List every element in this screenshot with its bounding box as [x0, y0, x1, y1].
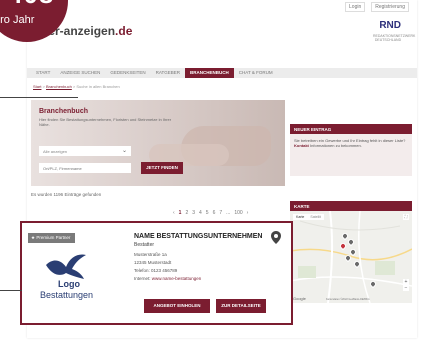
breadcrumb-home[interactable]: Start [33, 84, 41, 89]
map-tab-satellite[interactable]: Satellit [307, 214, 324, 220]
page-next[interactable]: › [247, 210, 249, 216]
result-count: Es wurden 1196 Einträge gefunden [31, 192, 102, 197]
page-5[interactable]: 5 [206, 210, 209, 216]
nav-guide[interactable]: Ratgeber [151, 68, 185, 78]
fullscreen-icon[interactable]: ⛶ [403, 214, 409, 220]
page-4[interactable]: 4 [199, 210, 202, 216]
new-entry-body: Sie betreiben ein Gewerbe und Ihr Eintra… [290, 134, 412, 176]
breadcrumb-section[interactable]: Branchenbuch [46, 84, 72, 89]
company-type: Bestatter [134, 242, 155, 248]
breadcrumb: Start > Branchenbuch > Suche in allen Br… [33, 84, 120, 89]
premium-badge: ★ Premium Partner [28, 233, 76, 243]
company-logo-word: Logo [58, 279, 80, 289]
map-header: KARTE [290, 201, 412, 211]
company-city: 12345 Musterstadt [134, 260, 172, 265]
nav-chat[interactable]: Chat & Forum [234, 68, 278, 78]
company-website: Internet: www.name-bestattungen [134, 276, 202, 281]
nav-memorial[interactable]: Gedenkseiten [105, 68, 150, 78]
page-100[interactable]: 100 [234, 210, 242, 216]
directory-search: Branchenbuch Hier finden Sie Bestattungs… [31, 100, 285, 186]
map-type-tabs: Karte Satellit [293, 214, 324, 220]
page-1[interactable]: 1 [179, 210, 182, 216]
detail-page-button[interactable]: ZUR DETAILSEITE [216, 299, 266, 313]
dove-logo-icon [46, 254, 86, 279]
website-link[interactable]: www.name-bestattungen [152, 276, 202, 281]
page-6[interactable]: 6 [213, 210, 216, 216]
map-tab-map[interactable]: Karte [293, 214, 307, 220]
nav-start[interactable]: Start [31, 68, 55, 78]
nav-directory[interactable]: Branchenbuch [185, 68, 234, 78]
google-logo: Google [293, 296, 306, 301]
request-offer-button[interactable]: ANGEBOT EINHOLEN [144, 299, 210, 313]
pagination: ‹ 1 2 3 4 5 6 7 ... 100 › [173, 210, 248, 216]
category-select[interactable]: Alle anzeigen ⌄ [39, 146, 131, 156]
company-logo-word-2: Bestattungen [40, 290, 94, 300]
nav-search[interactable]: Anzeige suchen [55, 68, 105, 78]
price-value: 408 [8, 0, 54, 7]
map-credits: Kartendaten ©2022 GeoBasis-DE/BKG [326, 298, 370, 301]
location-input[interactable] [39, 163, 131, 173]
main-nav: Start Anzeige suchen Gedenkseiten Ratgeb… [27, 68, 417, 78]
annotation-line [0, 97, 78, 98]
map-widget[interactable]: Karte Satellit ⛶ + − Google Kartendaten ©… [290, 211, 412, 303]
page-ellipsis: ... [226, 210, 231, 216]
contact-link[interactable]: Kontakt [294, 143, 309, 148]
company-phone: Telefon: 0123 456789 [134, 268, 178, 273]
page-7[interactable]: 7 [219, 210, 222, 216]
zoom-controls[interactable]: + − [403, 279, 409, 291]
new-entry-header: NEUER EINTRAG [290, 124, 412, 134]
price-period: pro Jahr [0, 14, 35, 26]
page-prev[interactable]: ‹ [173, 210, 175, 216]
search-title: Branchenbuch [39, 108, 89, 115]
search-button[interactable]: JETZT FINDEN [141, 162, 183, 174]
breadcrumb-current: Suche in allen Branchen [76, 84, 120, 89]
chevron-down-icon: ⌄ [121, 148, 127, 154]
page-3[interactable]: 3 [192, 210, 195, 216]
star-icon: ★ [31, 235, 36, 240]
search-subtitle: Hier finden Sie Bestattungsunternehmen, … [39, 117, 172, 127]
page-2[interactable]: 2 [185, 210, 188, 216]
company-name[interactable]: NAME BESTATTUNGSUNTERNEHMEN [134, 233, 262, 240]
company-street: Musterstraße 1a [134, 252, 167, 257]
location-pin-icon[interactable] [271, 231, 281, 244]
annotation-line [0, 290, 22, 291]
premium-listing-card: ★ Premium Partner Logo Bestattungen NAME… [20, 221, 293, 325]
